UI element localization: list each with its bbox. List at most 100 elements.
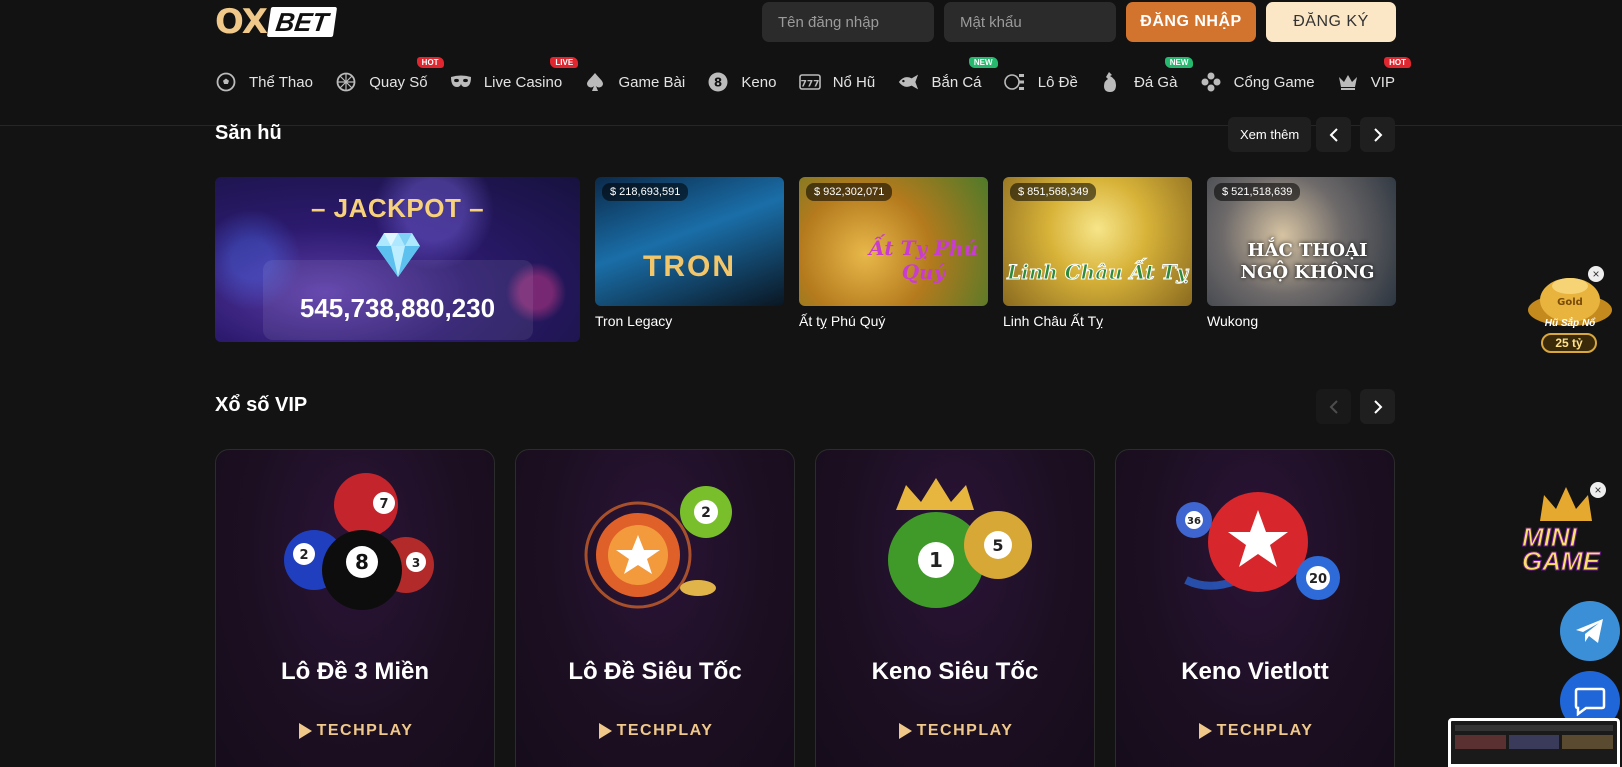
techplay-icon — [898, 723, 912, 739]
telegram-button[interactable] — [1560, 601, 1620, 661]
techplay-icon — [1198, 723, 1212, 739]
svg-text:20: 20 — [1309, 572, 1327, 587]
san-hu-next-button[interactable] — [1360, 117, 1395, 152]
xo-so-next-button[interactable] — [1360, 389, 1395, 424]
nav-item-da-ga[interactable]: Đá Gà NEW — [1100, 57, 1194, 104]
provider-logo: TECHPLAY — [816, 722, 1094, 740]
mini-game-widget[interactable]: MINI GAME — [1518, 485, 1616, 575]
nav-item-cong-game[interactable]: Cổng Game — [1200, 60, 1315, 104]
slot-card-linh-chau-at-ty[interactable]: $ 851,568,349 Linh Châu Ất Tỵ Linh Châu … — [1003, 177, 1192, 329]
telegram-icon — [1576, 619, 1603, 643]
nav-item-no-hu[interactable]: 777 Nổ Hũ — [798, 60, 875, 104]
password-input[interactable] — [944, 2, 1116, 42]
provider-name: TECHPLAY — [1216, 722, 1314, 739]
nav-label: Bắn Cá — [931, 73, 982, 91]
provider-name: TECHPLAY — [316, 722, 414, 739]
lotto-name: Keno Siêu Tốc — [871, 658, 1039, 685]
billiard-balls-icon: 7 2 3 8 — [284, 473, 434, 610]
slot-art-text: HẮC THOẠI NGỘ KHÔNG — [1240, 240, 1375, 283]
slot-thumbnail: $ 932,302,071 Ất Tỵ Phú Quý — [799, 177, 988, 306]
page-preview-thumbnail[interactable] — [1448, 718, 1620, 767]
nav-item-ban-ca[interactable]: Bắn Cá NEW — [897, 57, 998, 104]
slot-777-icon: 777 — [798, 71, 821, 93]
svg-text:8: 8 — [714, 76, 722, 90]
slot-name: Tron Legacy — [595, 313, 673, 329]
provider-logo: TECHPLAY — [516, 722, 794, 740]
hot-badge: HOT — [416, 57, 444, 68]
nav-item-the-thao[interactable]: Thể Thao — [215, 60, 313, 104]
nav-item-keno[interactable]: 8 Keno — [707, 60, 776, 104]
nav-label: Thể Thao — [249, 73, 313, 91]
register-button[interactable]: ĐĂNG KÝ — [1266, 2, 1396, 42]
preview-block — [1508, 735, 1560, 749]
lottery-balls-icon: 2 — [584, 486, 732, 609]
lotto-name: Lô Đề 3 Miền — [280, 658, 430, 685]
provider-name: TECHPLAY — [616, 722, 714, 739]
nav-label: Lô Đề — [1037, 73, 1078, 91]
nav-label: Quay Số — [369, 73, 428, 91]
preview-bar — [1455, 725, 1613, 731]
site-header: OX BET ĐĂNG NHẬP ĐĂNG KÝ Thể Thao Quay S… — [0, 0, 1622, 126]
xo-so-vip-title: Xổ số VIP — [215, 394, 308, 416]
svg-text:36: 36 — [1187, 516, 1201, 527]
slot-jackpot-amount: $ 932,302,071 — [806, 183, 893, 201]
spade-icon — [584, 71, 606, 93]
slot-jackpot-amount: $ 218,693,591 — [602, 183, 689, 201]
preview-block — [1455, 735, 1506, 749]
slot-art-text: TRON — [643, 250, 736, 283]
rooster-icon — [1100, 71, 1122, 93]
nav-item-game-bai[interactable]: Game Bài — [584, 60, 685, 104]
slot-art-text: Linh Châu Ất Tỵ — [1007, 260, 1189, 285]
logo-bet-text: BET — [266, 7, 338, 37]
hu-sap-no-widget[interactable]: Gold Hũ Sắp Nổ 25 tỷ — [1525, 270, 1615, 360]
nav-item-vip[interactable]: VIP HOT — [1337, 57, 1411, 104]
keno-vietlott-icon: 36 20 — [1176, 492, 1340, 600]
lotto-card-keno-vietlott[interactable]: 36 20 Keno Vietlott TECHPLAY — [1115, 449, 1395, 767]
techplay-icon — [598, 723, 612, 739]
slot-card-tron-legacy[interactable]: $ 218,693,591 TRON Tron Legacy — [595, 177, 784, 329]
xo-so-prev-button[interactable] — [1316, 389, 1351, 424]
chevron-left-icon — [1329, 399, 1338, 414]
nav-label: Đá Gà — [1134, 73, 1178, 91]
nav-label: Live Casino — [483, 73, 563, 91]
mask-icon — [450, 71, 472, 93]
preview-row — [1455, 735, 1614, 749]
lotto-name: Keno Vietlott — [1181, 658, 1329, 685]
provider-name: TECHPLAY — [916, 722, 1014, 739]
svg-text:2: 2 — [701, 505, 711, 521]
nav-item-live-casino[interactable]: Live Casino LIVE — [450, 57, 579, 104]
site-logo[interactable]: OX BET — [215, 5, 338, 39]
san-hu-title: Săn hũ — [215, 122, 282, 144]
login-button[interactable]: ĐĂNG NHẬP — [1126, 2, 1256, 42]
jackpot-title: – JACKPOT – — [310, 193, 485, 223]
slot-name: Linh Châu Ất Tỵ — [1003, 313, 1104, 329]
chat-bubble-icon — [1574, 687, 1606, 716]
lotto-card-lo-de-sieu-toc[interactable]: 2 Lô Đề Siêu Tốc TECHPLAY — [515, 449, 795, 767]
crown-icon — [1337, 71, 1359, 93]
gamepad-icon — [1200, 71, 1222, 93]
slot-thumbnail: $ 218,693,591 TRON — [595, 177, 784, 306]
close-icon[interactable]: × — [1588, 266, 1604, 282]
username-input[interactable] — [762, 2, 934, 42]
nav-item-lo-de[interactable]: Lô Đề — [1003, 60, 1078, 104]
mini-game-crown-icon — [1540, 487, 1592, 521]
see-more-button[interactable]: Xem thêm — [1228, 117, 1312, 152]
slot-thumbnail: $ 521,518,639 HẮC THOẠI NGỘ KHÔNG — [1207, 177, 1396, 306]
lotto-name: Lô Đề Siêu Tốc — [568, 658, 742, 685]
svg-text:8: 8 — [355, 550, 369, 574]
nav-item-quay-so[interactable]: Quay Số HOT — [335, 57, 444, 104]
slot-card-at-ty-phu-quy[interactable]: $ 932,302,071 Ất Tỵ Phú Quý Ất tỵ Phú Qu… — [799, 177, 988, 329]
close-icon[interactable]: × — [1590, 482, 1606, 498]
svg-text:777: 777 — [800, 80, 819, 90]
svg-text:2: 2 — [299, 548, 308, 563]
diamond-icon — [376, 233, 420, 277]
nav-label: Cổng Game — [1233, 73, 1315, 91]
san-hu-prev-button[interactable] — [1316, 117, 1351, 152]
slot-card-wukong[interactable]: $ 521,518,639 HẮC THOẠI NGỘ KHÔNG Wukong — [1207, 177, 1396, 329]
jackpot-banner[interactable]: – JACKPOT – 545,738,880,230 — [215, 177, 580, 342]
slot-jackpot-amount: $ 851,568,349 — [1010, 183, 1097, 201]
fish-icon — [897, 71, 919, 93]
techplay-icon — [298, 723, 312, 739]
lotto-card-keno-sieu-toc[interactable]: 1 5 Keno Siêu Tốc TECHPLAY — [815, 449, 1095, 767]
lotto-card-lo-de-3-mien[interactable]: 7 2 3 8 Lô Đề 3 Miền TECHPLAY — [215, 449, 495, 767]
